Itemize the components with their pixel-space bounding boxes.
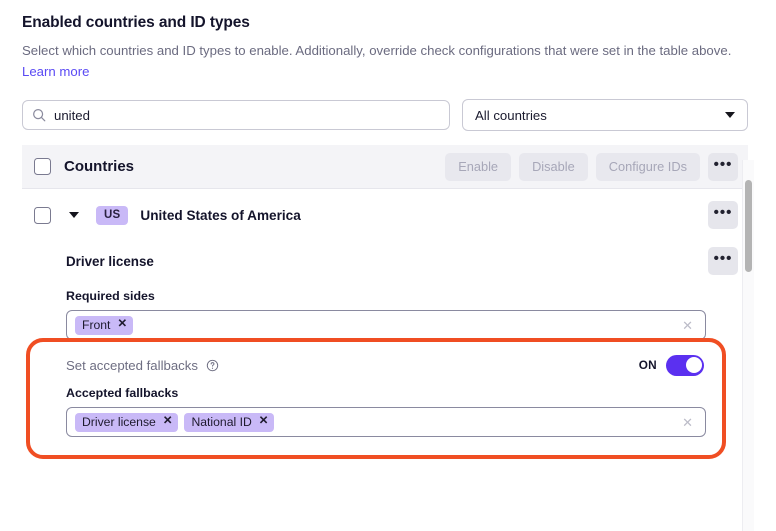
configure-ids-button[interactable]: Configure IDs [595, 152, 700, 181]
page-title: Enabled countries and ID types [22, 14, 250, 31]
accepted-fallbacks-input[interactable]: Driver license ✕ National ID ✕ ✕ [66, 407, 706, 437]
set-accepted-fallbacks-toggle[interactable] [666, 354, 704, 376]
chevron-down-icon [725, 112, 735, 118]
tag-remove-icon[interactable]: ✕ [117, 318, 127, 331]
id-type-section: Driver license ••• Required sides Front … [22, 241, 748, 459]
page-header: Enabled countries and ID types Select wh… [0, 0, 776, 82]
country-code-badge: US [96, 205, 129, 225]
fallbacks-toggle-area: ON [638, 354, 738, 376]
learn-more-link[interactable]: Learn more [22, 64, 89, 79]
kebab-icon: ••• [713, 250, 733, 267]
enable-button[interactable]: Enable [445, 152, 512, 181]
tag-front[interactable]: Front ✕ [75, 315, 134, 335]
country-row-checkbox[interactable] [34, 206, 51, 224]
kebab-icon: ••• [713, 204, 733, 221]
tag-driver-license[interactable]: Driver license ✕ [75, 412, 179, 432]
tag-label: Driver license [82, 414, 156, 429]
countries-table-inner: Countries Enable Disable Configure IDs •… [22, 145, 748, 459]
country-row-kebab-menu-button[interactable]: ••• [708, 201, 738, 229]
panel-right-edge [754, 160, 776, 531]
scrollbar-thumb[interactable] [745, 180, 752, 272]
search-icon [32, 108, 46, 122]
toggle-knob [685, 357, 702, 373]
vertical-scrollbar[interactable] [742, 160, 754, 531]
tag-remove-icon[interactable]: ✕ [259, 415, 269, 428]
tag-label: Front [82, 317, 111, 332]
tag-national-id[interactable]: National ID ✕ [184, 412, 275, 432]
countries-table: Countries Enable Disable Configure IDs •… [0, 145, 776, 459]
search-input[interactable]: united [22, 100, 450, 130]
filter-row: united All countries [0, 82, 776, 131]
country-filter-select[interactable]: All countries [462, 99, 748, 131]
accepted-fallbacks-label: Accepted fallbacks [66, 386, 179, 400]
tag-label: National ID [191, 414, 252, 429]
set-accepted-fallbacks-label: Set accepted fallbacks [66, 357, 198, 373]
chevron-down-icon[interactable] [69, 212, 79, 218]
required-sides-label: Required sides [66, 289, 155, 303]
countries-header-kebab-menu-button[interactable]: ••• [708, 152, 738, 181]
kebab-icon: ••• [713, 155, 733, 173]
required-sides-input[interactable]: Front ✕ ✕ [66, 310, 706, 340]
page-description-text: Select which countries and ID types to e… [22, 43, 732, 58]
countries-header-row: Countries Enable Disable Configure IDs •… [22, 145, 748, 189]
id-type-header: Driver license ••• [66, 241, 738, 281]
id-type-title: Driver license [66, 253, 154, 269]
id-type-kebab-menu-button[interactable]: ••• [708, 247, 738, 275]
clear-all-icon[interactable]: ✕ [682, 416, 693, 429]
help-circle-icon[interactable] [206, 359, 219, 372]
disable-button[interactable]: Disable [519, 152, 588, 181]
toggle-state-label: ON [638, 358, 657, 372]
page-description: Select which countries and ID types to e… [22, 40, 737, 82]
tag-remove-icon[interactable]: ✕ [163, 415, 173, 428]
country-row: US United States of America ••• [22, 189, 748, 241]
set-accepted-fallbacks-row: Set accepted fallbacks ON [66, 352, 738, 378]
accepted-fallbacks-section: Set accepted fallbacks ON Accepted fallb… [26, 338, 738, 459]
clear-all-icon[interactable]: ✕ [682, 319, 693, 332]
country-name-label: United States of America [140, 207, 301, 223]
country-filter-value: All countries [475, 107, 547, 123]
select-all-checkbox[interactable] [34, 158, 51, 175]
countries-column-header: Countries [64, 158, 135, 175]
search-input-value: united [54, 107, 90, 123]
